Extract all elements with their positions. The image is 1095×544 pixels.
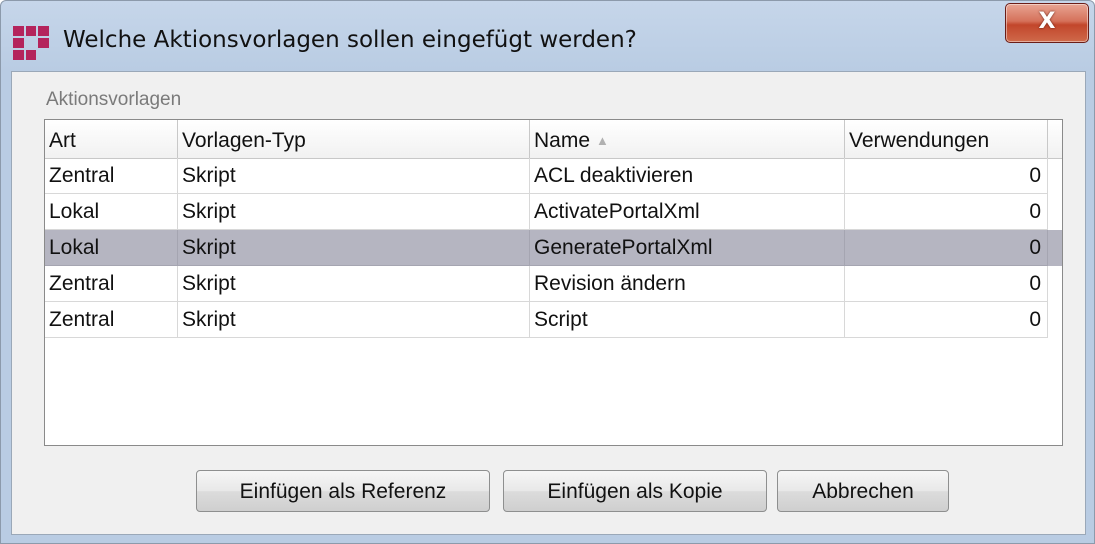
cell-verwendungen: 0: [845, 302, 1048, 338]
cell-name: Revision ändern: [530, 266, 845, 302]
table-row[interactable]: Zentral Skript ACL deaktivieren 0: [45, 158, 1062, 194]
cell-name: ActivatePortalXml: [530, 194, 845, 230]
column-header-verwendungen[interactable]: Verwendungen: [845, 120, 1048, 158]
title-bar[interactable]: Welche Aktionsvorlagen sollen eingefügt …: [1, 1, 1094, 69]
table-row[interactable]: Zentral Skript Script 0: [45, 302, 1062, 338]
close-button[interactable]: X: [1005, 3, 1089, 43]
column-header-art[interactable]: Art: [45, 120, 178, 158]
cell-verwendungen: 0: [845, 266, 1048, 302]
cancel-button[interactable]: Abbrechen: [777, 470, 949, 512]
cell-verwendungen: 0: [845, 230, 1048, 266]
cell-verwendungen: 0: [845, 158, 1048, 194]
cell-name: GeneratePortalXml: [530, 230, 845, 266]
cell-vorlagen-typ: Skript: [178, 266, 530, 302]
cell-art: Zentral: [45, 302, 178, 338]
app-icon: [13, 26, 49, 60]
cell-art: Zentral: [45, 158, 178, 194]
sort-ascending-icon: ▲: [596, 133, 609, 148]
cell-art: Lokal: [45, 230, 178, 266]
cell-art: Lokal: [45, 194, 178, 230]
cell-vorlagen-typ: Skript: [178, 230, 530, 266]
cell-art: Zentral: [45, 266, 178, 302]
dialog-title: Welche Aktionsvorlagen sollen eingefügt …: [63, 27, 637, 53]
table-row[interactable]: Lokal Skript GeneratePortalXml 0: [45, 230, 1062, 266]
cell-verwendungen: 0: [845, 194, 1048, 230]
group-label: Aktionsvorlagen: [46, 89, 182, 110]
insert-as-reference-button[interactable]: Einfügen als Referenz: [196, 470, 490, 512]
cell-vorlagen-typ: Skript: [178, 302, 530, 338]
column-header-vorlagen-typ[interactable]: Vorlagen-Typ: [178, 120, 530, 158]
insert-as-copy-button[interactable]: Einfügen als Kopie: [503, 470, 767, 512]
cell-vorlagen-typ: Skript: [178, 194, 530, 230]
table-header: Art Vorlagen-Typ Name ▲ Verwendungen: [45, 120, 1062, 159]
cell-vorlagen-typ: Skript: [178, 158, 530, 194]
table-row[interactable]: Zentral Skript Revision ändern 0: [45, 266, 1062, 302]
cell-name: ACL deaktivieren: [530, 158, 845, 194]
close-icon: X: [1038, 9, 1056, 34]
column-header-name[interactable]: Name ▲: [530, 120, 845, 158]
table-row[interactable]: Lokal Skript ActivatePortalXml 0: [45, 194, 1062, 230]
cell-name: Script: [530, 302, 845, 338]
templates-table[interactable]: Art Vorlagen-Typ Name ▲ Verwendungen Zent…: [44, 119, 1063, 446]
